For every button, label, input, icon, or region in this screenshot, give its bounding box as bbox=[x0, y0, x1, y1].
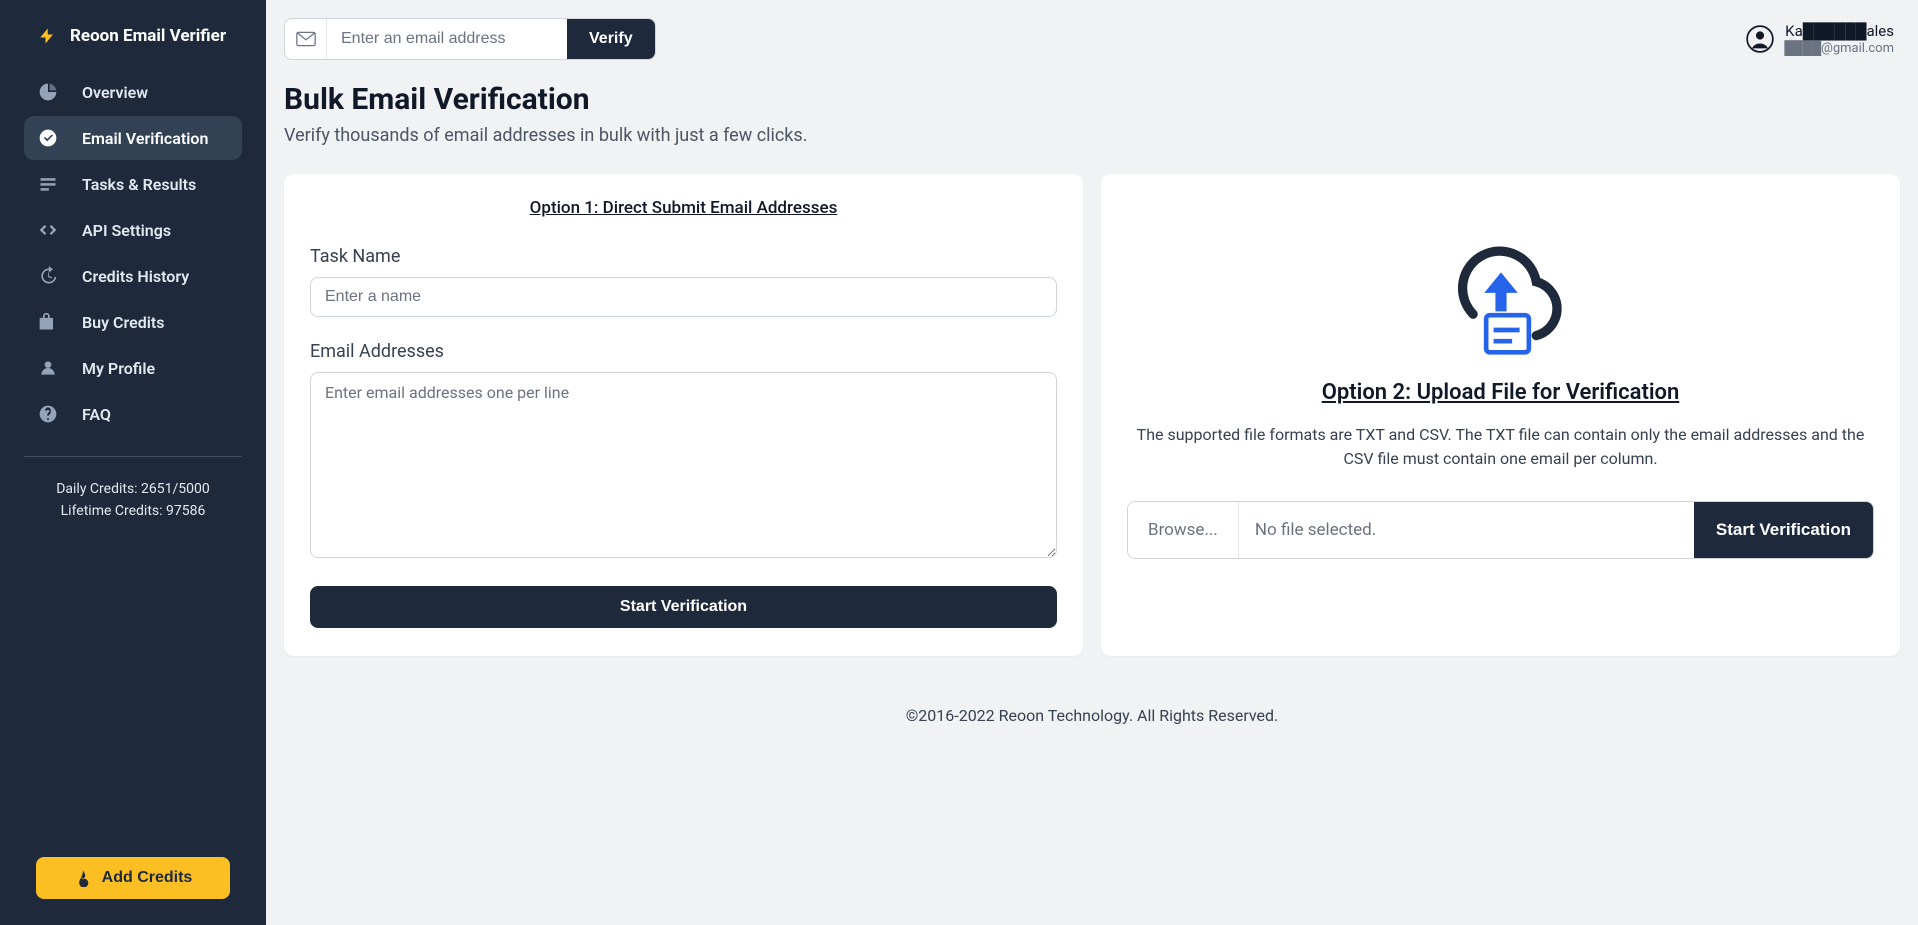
page-subtitle: Verify thousands of email addresses in b… bbox=[284, 125, 1900, 146]
user-name: Ka██████ales bbox=[1784, 22, 1894, 40]
option2-desc: The supported file formats are TXT and C… bbox=[1127, 423, 1874, 471]
task-name-input[interactable] bbox=[310, 277, 1057, 317]
help-icon bbox=[38, 404, 58, 424]
cards-row: Option 1: Direct Submit Email Addresses … bbox=[284, 174, 1900, 656]
footer-text: ©2016-2022 Reoon Technology. All Rights … bbox=[284, 656, 1900, 745]
avatar-icon bbox=[1746, 25, 1774, 53]
sidebar-nav: Overview Email Verification Tasks & Resu… bbox=[0, 60, 266, 446]
credits-summary: Daily Credits: 2651/5000 Lifetime Credit… bbox=[24, 456, 242, 537]
content: Bulk Email Verification Verify thousands… bbox=[266, 60, 1918, 925]
emails-textarea[interactable] bbox=[310, 372, 1057, 558]
start-verification-button-2[interactable]: Start Verification bbox=[1694, 502, 1873, 558]
check-circle-icon bbox=[38, 128, 58, 148]
start-verification-button-1[interactable]: Start Verification bbox=[310, 586, 1057, 628]
option2-card: Option 2: Upload File for Verification T… bbox=[1101, 174, 1900, 656]
sidebar-item-overview[interactable]: Overview bbox=[24, 70, 242, 114]
mail-icon bbox=[285, 19, 327, 59]
sidebar-item-label: Buy Credits bbox=[82, 313, 164, 332]
user-email: ████@gmail.com bbox=[1784, 40, 1894, 56]
sidebar-item-email-verification[interactable]: Email Verification bbox=[24, 116, 242, 160]
code-icon bbox=[38, 220, 58, 240]
sidebar-item-label: Tasks & Results bbox=[82, 175, 196, 194]
quick-verify-button[interactable]: Verify bbox=[567, 19, 655, 59]
fire-icon bbox=[74, 869, 92, 887]
task-name-label: Task Name bbox=[310, 246, 1057, 267]
list-icon bbox=[38, 174, 58, 194]
browse-button[interactable]: Browse... bbox=[1128, 502, 1239, 558]
quick-verify-group: Verify bbox=[284, 18, 656, 60]
user-icon bbox=[38, 358, 58, 378]
sidebar-item-my-profile[interactable]: My Profile bbox=[24, 346, 242, 390]
file-upload-row: Browse... No file selected. Start Verifi… bbox=[1127, 501, 1874, 559]
page-title: Bulk Email Verification bbox=[284, 82, 1900, 117]
bolt-icon bbox=[38, 27, 56, 45]
topbar: Verify Ka██████ales ████@gmail.com bbox=[266, 0, 1918, 60]
app-name: Reoon Email Verifier bbox=[70, 26, 226, 46]
sidebar-item-faq[interactable]: FAQ bbox=[24, 392, 242, 436]
emails-label: Email Addresses bbox=[310, 341, 1057, 362]
sidebar-item-label: Credits History bbox=[82, 267, 189, 286]
sidebar-item-label: API Settings bbox=[82, 221, 171, 240]
upload-cloud-icon bbox=[1127, 226, 1874, 356]
quick-verify-input[interactable] bbox=[327, 19, 567, 59]
daily-credits: Daily Credits: 2651/5000 bbox=[52, 481, 214, 497]
user-menu[interactable]: Ka██████ales ████@gmail.com bbox=[1746, 22, 1902, 56]
sidebar: Reoon Email Verifier Overview Email Veri… bbox=[0, 0, 266, 925]
app-logo[interactable]: Reoon Email Verifier bbox=[0, 18, 266, 60]
pie-icon bbox=[38, 82, 58, 102]
add-credits-button[interactable]: Add Credits bbox=[36, 857, 230, 899]
sidebar-item-api-settings[interactable]: API Settings bbox=[24, 208, 242, 252]
main: Verify Ka██████ales ████@gmail.com Bulk … bbox=[266, 0, 1918, 925]
sidebar-item-label: Overview bbox=[82, 83, 148, 102]
sidebar-item-label: Email Verification bbox=[82, 129, 208, 148]
sidebar-item-label: My Profile bbox=[82, 359, 155, 378]
sidebar-item-credits-history[interactable]: Credits History bbox=[24, 254, 242, 298]
option1-card: Option 1: Direct Submit Email Addresses … bbox=[284, 174, 1083, 656]
user-text: Ka██████ales ████@gmail.com bbox=[1784, 22, 1894, 56]
add-credits-label: Add Credits bbox=[102, 869, 193, 887]
sidebar-item-tasks-results[interactable]: Tasks & Results bbox=[24, 162, 242, 206]
sidebar-item-buy-credits[interactable]: Buy Credits bbox=[24, 300, 242, 344]
file-status: No file selected. bbox=[1239, 502, 1694, 558]
bag-icon bbox=[38, 312, 58, 332]
option2-header: Option 2: Upload File for Verification bbox=[1127, 380, 1874, 405]
history-icon bbox=[38, 266, 58, 286]
option1-header: Option 1: Direct Submit Email Addresses bbox=[310, 198, 1057, 218]
lifetime-credits: Lifetime Credits: 97586 bbox=[52, 503, 214, 519]
sidebar-item-label: FAQ bbox=[82, 405, 111, 424]
